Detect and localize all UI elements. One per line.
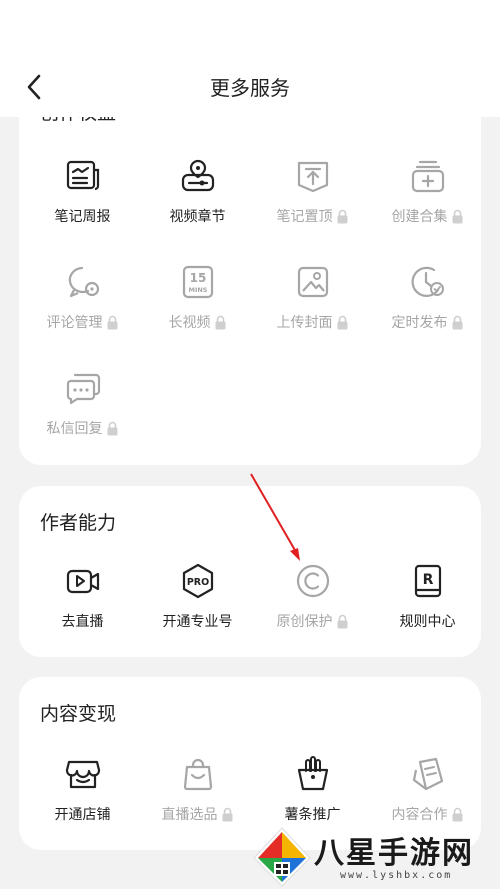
service-label: 创建合集 xyxy=(391,209,448,225)
dm-reply-icon xyxy=(66,373,100,405)
service-create-collection[interactable]: 创建合集 xyxy=(370,158,481,238)
page-title: 更多服务 xyxy=(210,76,290,100)
service-label: 长视频 xyxy=(168,315,211,331)
service-open-shop[interactable]: 开通店铺 xyxy=(25,756,140,836)
section-card-author-abilities: 作者能力 去直播 PRO 开通专业号 原创保护 R 规则中心 xyxy=(19,486,481,657)
comment-manage-icon xyxy=(68,266,99,298)
service-rules-center[interactable]: R 规则中心 xyxy=(370,563,481,643)
lock-icon xyxy=(452,807,462,821)
copyright-icon xyxy=(296,564,329,598)
icon-15-text: 15 xyxy=(189,271,206,285)
service-weekly-report[interactable]: 笔记周报 xyxy=(25,158,140,238)
pro-badge-icon: PRO xyxy=(182,563,213,599)
service-video-chapter[interactable]: 视频章节 xyxy=(140,158,255,238)
service-label: 去直播 xyxy=(61,614,104,630)
shopping-bag-icon xyxy=(183,758,212,791)
rules-book-icon: R xyxy=(414,564,441,598)
icon-r-text: R xyxy=(422,572,433,588)
service-long-video[interactable]: 15 MINS 长视频 xyxy=(140,264,255,344)
service-label: 直播选品 xyxy=(161,807,218,823)
lock-icon xyxy=(337,614,347,628)
live-camera-icon xyxy=(66,569,99,594)
service-scheduled-publish[interactable]: 定时发布 xyxy=(370,264,481,344)
pin-top-icon xyxy=(297,161,328,193)
lock-icon xyxy=(452,209,462,223)
lock-icon xyxy=(452,315,462,329)
top-bar: 更多服务 xyxy=(0,0,500,117)
service-label: 规则中心 xyxy=(399,614,456,630)
upload-cover-icon xyxy=(297,266,328,298)
content-coop-icon xyxy=(412,757,443,791)
lock-icon xyxy=(337,209,347,223)
service-comment-manage[interactable]: 评论管理 xyxy=(25,264,140,344)
long-video-icon: 15 MINS xyxy=(182,265,213,299)
section-title: 内容变现 xyxy=(40,703,117,725)
service-label: 内容合作 xyxy=(391,807,448,823)
watermark-logo: 八星手游网 www.lyshbx.com xyxy=(248,822,500,889)
service-go-live[interactable]: 去直播 xyxy=(25,563,140,643)
service-label: 评论管理 xyxy=(46,315,103,331)
service-open-pro[interactable]: PRO 开通专业号 xyxy=(140,563,255,643)
create-collection-icon xyxy=(411,160,444,193)
lock-icon xyxy=(107,421,117,435)
service-live-selection[interactable]: 直播选品 xyxy=(140,756,255,836)
watermark-text: 八星手游网 xyxy=(314,836,474,871)
colorful-logo-icon xyxy=(253,827,311,887)
section-card-creation-rights: 创作权益 笔记周报 视频章节 笔记置顶 xyxy=(19,96,481,465)
icon-mins-text: MINS xyxy=(188,286,207,294)
video-chapter-icon xyxy=(181,159,214,192)
watermark-url: www.lyshbx.com xyxy=(340,870,453,881)
service-label: 上传封面 xyxy=(276,315,333,331)
service-pin-top[interactable]: 笔记置顶 xyxy=(255,158,370,238)
service-label: 开通专业号 xyxy=(162,614,233,630)
scheduled-publish-icon xyxy=(411,266,444,297)
lock-icon xyxy=(215,315,225,329)
lock-icon xyxy=(222,807,232,821)
service-label: 笔记置顶 xyxy=(276,209,333,225)
service-label: 原创保护 xyxy=(276,614,333,630)
service-label: 薯条推广 xyxy=(284,807,341,823)
service-label: 私信回复 xyxy=(46,421,103,437)
service-label: 笔记周报 xyxy=(54,209,111,225)
service-original-protection[interactable]: 原创保护 xyxy=(255,563,370,643)
fries-promo-icon xyxy=(297,756,328,791)
service-label: 定时发布 xyxy=(391,315,448,331)
lock-icon xyxy=(337,315,347,329)
service-dm-reply[interactable]: 私信回复 xyxy=(25,370,140,450)
service-label: 开通店铺 xyxy=(54,807,111,823)
service-label: 视频章节 xyxy=(169,209,226,225)
service-upload-cover[interactable]: 上传封面 xyxy=(255,264,370,344)
lock-icon xyxy=(107,315,117,329)
icon-pro-text: PRO xyxy=(186,577,208,588)
section-title: 作者能力 xyxy=(40,512,117,534)
shop-icon xyxy=(65,760,100,789)
weekly-report-icon xyxy=(66,160,99,191)
